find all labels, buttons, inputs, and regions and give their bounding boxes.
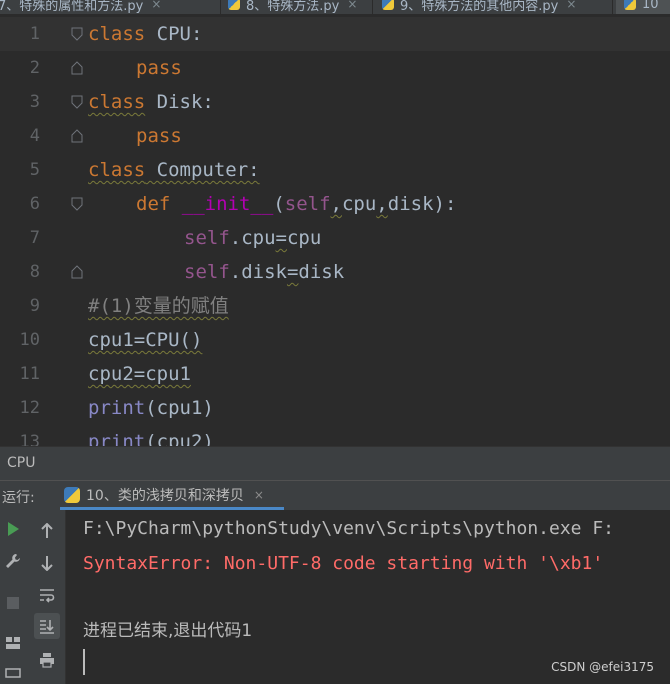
stop-button[interactable] — [0, 590, 26, 616]
code-line: 10 cpu1=CPU() — [0, 323, 670, 357]
line-number: 3 — [29, 92, 40, 112]
fold-icon[interactable] — [71, 27, 83, 41]
arrow-down-icon — [41, 556, 53, 571]
run-toolbar-secondary — [26, 510, 66, 684]
code-editor[interactable]: 1 class CPU: 2 pass 3 class Disk: 4 pass… — [0, 14, 670, 446]
code-text: class Disk: — [88, 91, 214, 113]
close-icon[interactable]: × — [566, 0, 576, 11]
code-line: 11 cpu2=cpu1 — [0, 357, 670, 391]
layout-button[interactable] — [0, 630, 26, 656]
python-file-icon — [228, 0, 240, 10]
restore-layout-button[interactable] — [0, 658, 26, 684]
line-number: 9 — [29, 296, 40, 316]
fold-end-icon[interactable] — [71, 129, 83, 143]
rerun-button[interactable] — [0, 516, 26, 542]
python-file-icon — [624, 0, 636, 10]
window-icon — [5, 668, 21, 678]
fold-end-icon[interactable] — [71, 61, 83, 75]
scroll-up-button[interactable] — [34, 518, 60, 544]
editor-tab-9[interactable]: 9、特殊方法的其他内容.py × — [382, 0, 576, 14]
code-line: 2 pass — [0, 51, 670, 85]
console-exit-line: 进程已结束,退出代码1 — [83, 621, 253, 641]
tab-label: 7、特殊的属性和方法.py — [0, 0, 144, 14]
editor-tab-7[interactable]: 7、特殊的属性和方法.py × — [0, 0, 161, 14]
code-text: print(cpu1) — [88, 397, 214, 419]
stop-icon — [7, 597, 19, 609]
scroll-down-button[interactable] — [34, 550, 60, 576]
python-file-icon — [382, 0, 394, 10]
run-label: 运行: — [2, 490, 35, 506]
tab-label: 10 — [642, 0, 659, 12]
line-number: 8 — [29, 262, 40, 282]
fold-end-icon[interactable] — [71, 265, 83, 279]
settings-button[interactable] — [0, 548, 26, 574]
code-text: def __init__(self,cpu,disk): — [136, 193, 457, 215]
line-number: 13 — [19, 432, 40, 446]
tab-label: 8、特殊方法.py — [246, 0, 340, 14]
layout-icon — [6, 637, 20, 649]
code-text: cpu1=CPU() — [88, 329, 203, 351]
code-text: cpu2=cpu1 — [88, 363, 191, 385]
soft-wrap-button[interactable] — [34, 582, 60, 608]
code-line: 1 class CPU: — [0, 17, 670, 51]
code-text: class CPU: — [88, 23, 203, 45]
editor-tab-bar: 7、特殊的属性和方法.py × 8、特殊方法.py × 9、特殊方法的其他内容.… — [0, 0, 670, 14]
console-error-line: SyntaxError: Non-UTF-8 code starting wit… — [83, 553, 604, 574]
scroll-to-end-button[interactable] — [34, 613, 60, 639]
line-number: 4 — [29, 126, 40, 146]
code-comment: #(1)变量的赋值 — [88, 295, 229, 317]
code-line: 4 pass — [0, 119, 670, 153]
code-text: self.disk=disk — [184, 261, 345, 283]
breadcrumb-item[interactable]: CPU — [7, 455, 35, 471]
editor-tab-10[interactable]: 10 — [616, 0, 670, 14]
print-button[interactable] — [34, 647, 60, 673]
close-icon[interactable]: × — [151, 0, 161, 11]
code-text: class Computer: — [88, 159, 260, 181]
run-tab-label: 10、类的浅拷贝和深拷贝 — [86, 488, 244, 504]
line-number: 11 — [19, 364, 40, 384]
line-number: 2 — [29, 58, 40, 78]
console-command-line: F:\PyCharm\pythonStudy\venv\Scripts\pyth… — [83, 518, 615, 539]
editor-tab-8[interactable]: 8、特殊方法.py × — [228, 0, 357, 14]
code-line: 3 class Disk: — [0, 85, 670, 119]
code-text: pass — [136, 125, 182, 147]
run-config-tab[interactable]: 10、类的浅拷贝和深拷贝 × — [58, 481, 284, 509]
printer-icon — [40, 653, 54, 668]
python-file-icon — [64, 487, 80, 503]
code-line: 12 print(cpu1) — [0, 391, 670, 425]
soft-wrap-icon — [40, 589, 55, 603]
wrench-icon — [6, 554, 20, 568]
scroll-to-end-icon — [40, 620, 54, 634]
code-line: 7 self.cpu=cpu — [0, 221, 670, 255]
text-caret — [83, 649, 85, 675]
code-line: 8 self.disk=disk — [0, 255, 670, 289]
code-line: 9 #(1)变量的赋值 — [0, 289, 670, 323]
play-icon — [8, 522, 19, 536]
line-number: 10 — [19, 330, 40, 350]
line-number: 5 — [29, 160, 40, 180]
code-line: 13 print(cpu2) — [0, 425, 670, 446]
run-tool-window-header: 运行: 10、类的浅拷贝和深拷贝 × — [0, 480, 670, 510]
tab-label: 9、特殊方法的其他内容.py — [400, 0, 559, 14]
line-number: 6 — [29, 194, 40, 214]
run-console-output[interactable]: F:\PyCharm\pythonStudy\venv\Scripts\pyth… — [66, 510, 670, 684]
code-text: print(cpu2) — [88, 431, 214, 446]
fold-icon[interactable] — [71, 95, 83, 109]
code-text: pass — [136, 57, 182, 79]
watermark: CSDN @efei3175 — [551, 660, 654, 674]
close-icon[interactable]: × — [347, 0, 357, 11]
run-toolbar-primary — [0, 510, 26, 684]
code-line: 6 def __init__(self,cpu,disk): — [0, 187, 670, 221]
fold-icon[interactable] — [71, 197, 83, 211]
line-number: 12 — [19, 398, 40, 418]
code-text: self.cpu=cpu — [184, 227, 322, 249]
arrow-up-icon — [41, 523, 53, 538]
line-number: 7 — [29, 228, 40, 248]
line-number: 1 — [29, 24, 40, 44]
breadcrumb[interactable]: CPU — [0, 446, 670, 480]
code-line: 5 class Computer: — [0, 153, 670, 187]
close-icon[interactable]: × — [254, 488, 264, 502]
